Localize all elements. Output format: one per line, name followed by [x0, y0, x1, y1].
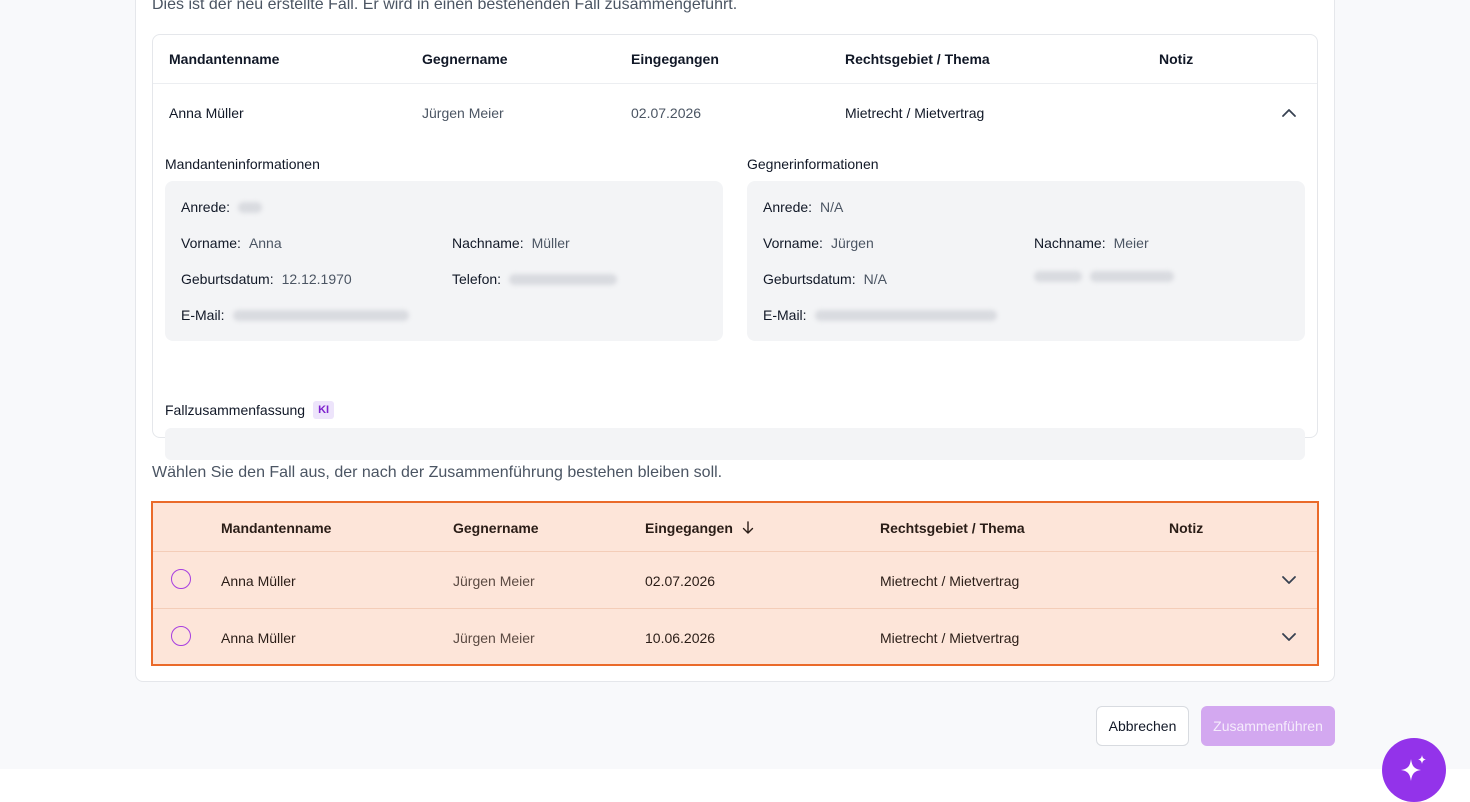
column-header-opponent: Gegnername [453, 520, 539, 536]
column-header-opponent: Gegnername [422, 51, 508, 67]
opponent-salutation: Anrede: N/A [763, 199, 844, 215]
redacted-value [1090, 271, 1174, 282]
redacted-value [1034, 271, 1082, 282]
case-summary-box [165, 428, 1305, 460]
received-date: 02.07.2026 [645, 573, 716, 589]
selection-prompt: Wählen Sie den Fall aus, der nach der Zu… [152, 464, 723, 481]
opponent-lastname: Nachname: Meier [1034, 235, 1149, 251]
case-summary-title: Fallzusammenfassung KI [165, 401, 335, 419]
legal-area: Mietrecht / Mietvertrag [880, 630, 1020, 646]
redacted-value [509, 273, 618, 285]
column-header-received[interactable]: Eingegangen [645, 520, 754, 536]
redacted-value [232, 309, 409, 321]
opponent-email: E-Mail: [763, 307, 997, 323]
cancel-button[interactable]: Abbrechen [1096, 706, 1189, 746]
case-radio[interactable] [171, 626, 191, 646]
sort-arrow-down-icon [742, 521, 754, 534]
client-info-box: Anrede: Vorname: Anna Nachname: Müller G… [165, 181, 723, 341]
ki-badge: KI [313, 401, 335, 419]
client-phone: Telefon: [452, 271, 618, 287]
opponent-name: Jürgen Meier [453, 573, 535, 589]
chevron-down-icon[interactable] [1281, 572, 1297, 588]
opponent-birthdate: Geburtsdatum: N/A [763, 271, 887, 287]
opponent-name: Jürgen Meier [453, 630, 535, 646]
client-salutation: Anrede: [181, 199, 263, 215]
client-info-title: Mandanteninformationen [165, 156, 320, 172]
column-header-area: Rechtsgebiet / Thema [880, 520, 1025, 536]
received-date: 02.07.2026 [631, 104, 702, 121]
client-name: Anna Müller [169, 104, 244, 121]
merge-button[interactable]: Zusammenführen [1201, 706, 1335, 746]
legal-area: Mietrecht / Mietvertrag [845, 104, 985, 121]
chevron-down-icon[interactable] [1281, 629, 1297, 645]
intro-text: Dies ist der neu erstellte Fall. Er wird… [152, 0, 738, 13]
ai-assistant-button[interactable] [1382, 738, 1446, 802]
column-header-note: Notiz [1169, 520, 1204, 536]
redacted-value [814, 309, 997, 321]
client-name: Anna Müller [221, 630, 296, 646]
legal-area: Mietrecht / Mietvertrag [880, 573, 1020, 589]
client-firstname: Vorname: Anna [181, 235, 282, 251]
table-row[interactable]: Anna Müller Jürgen Meier 10.06.2026 Miet… [153, 609, 1317, 666]
column-header-client: Mandantenname [169, 51, 280, 67]
opponent-name: Jürgen Meier [422, 104, 504, 121]
sparkle-icon [1401, 755, 1426, 781]
received-date: 10.06.2026 [645, 630, 716, 646]
client-lastname: Nachname: Müller [452, 235, 570, 251]
case-radio[interactable] [171, 569, 191, 589]
table-header: Mandantenname Gegnername Eingegangen Rec… [153, 503, 1317, 552]
chevron-up-icon[interactable] [1281, 105, 1297, 121]
opponent-firstname: Vorname: Jürgen [763, 235, 874, 251]
new-case-row[interactable]: Anna Müller Jürgen Meier 02.07.2026 Miet… [153, 84, 1317, 141]
opponent-info-title: Gegnerinformationen [747, 156, 879, 172]
table-row[interactable]: Anna Müller Jürgen Meier 02.07.2026 Miet… [153, 552, 1317, 609]
opponent-info-box: Anrede: N/A Vorname: Jürgen Nachname: Me… [747, 181, 1305, 341]
column-header-received: Eingegangen [631, 51, 719, 67]
existing-cases-table: Mandantenname Gegnername Eingegangen Rec… [151, 501, 1319, 666]
new-case-table: Mandantenname Gegnername Eingegangen Rec… [152, 34, 1318, 460]
client-email: E-Mail: [181, 307, 409, 323]
table-header: Mandantenname Gegnername Eingegangen Rec… [153, 35, 1317, 84]
redacted-value [238, 201, 263, 213]
opponent-phone [1034, 271, 1174, 282]
column-header-note: Notiz [1159, 51, 1194, 67]
column-header-area: Rechtsgebiet / Thema [845, 51, 990, 67]
column-header-client: Mandantenname [221, 520, 332, 536]
client-name: Anna Müller [221, 573, 296, 589]
client-birthdate: Geburtsdatum: 12.12.1970 [181, 271, 352, 287]
